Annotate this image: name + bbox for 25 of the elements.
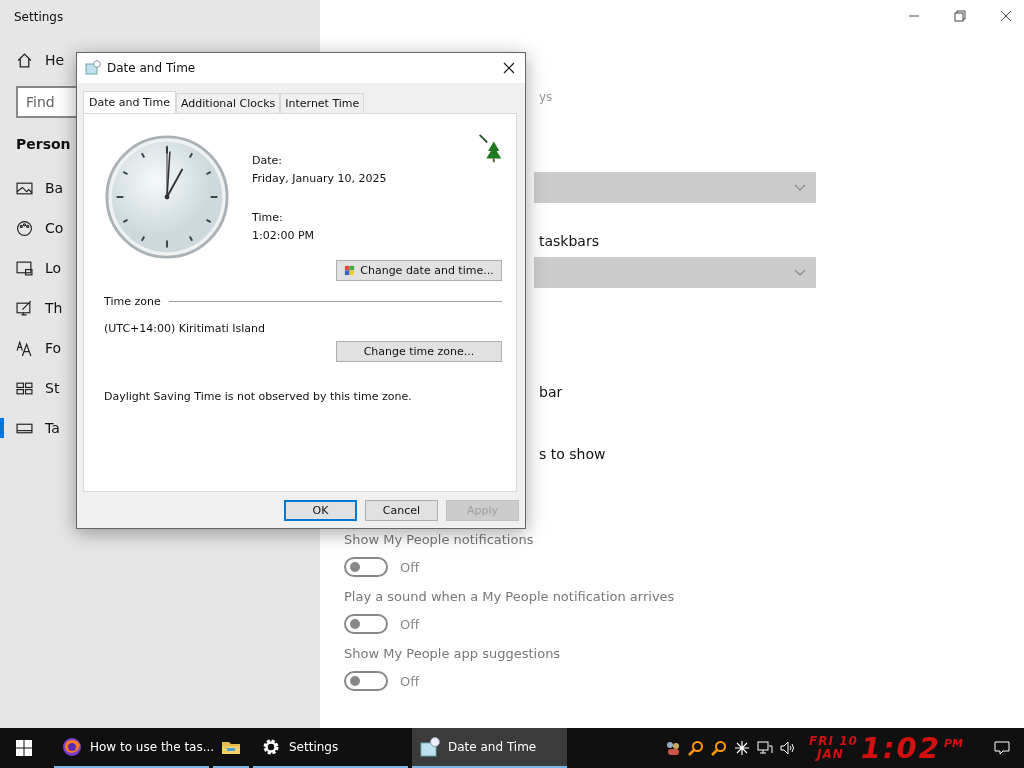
- clock-month: JAN: [814, 748, 845, 761]
- clock-ampm: PM: [944, 737, 963, 750]
- section-heading: Person: [16, 136, 71, 152]
- field-label: Date:: [252, 154, 283, 167]
- setting-label: Show My People app suggestions: [344, 646, 562, 661]
- time-value: 1:02:00 PM: [252, 229, 316, 242]
- group-heading: Time zone: [104, 295, 161, 308]
- setting-label: Play a sound when a My People notification arrives: [344, 589, 676, 604]
- toggle-state: Off: [400, 673, 420, 689]
- toggle-state: Off: [400, 559, 420, 575]
- window-title: Settings: [13, 9, 65, 26]
- dialog-title: Date and Time: [107, 61, 197, 75]
- setting-label: Show My People notifications: [344, 532, 535, 547]
- date-value: Friday, January 10, 2025: [252, 172, 388, 185]
- time-zone-value: (UTC+14:00) Kiritimati Island: [104, 322, 267, 335]
- setting-label: taskbars: [539, 233, 599, 249]
- clock-day: FRI: [809, 734, 834, 748]
- setting-label: bar: [539, 384, 563, 400]
- clock-date: 10: [839, 734, 858, 748]
- toggle-state: Off: [400, 616, 420, 632]
- clock-time: 1:02: [860, 731, 941, 765]
- field-label: Time:: [252, 211, 284, 224]
- setting-label: s to show: [539, 446, 606, 462]
- setting-hint: ys: [539, 90, 553, 104]
- dst-note: Daylight Saving Time is not observed by this time zone.: [104, 390, 413, 403]
